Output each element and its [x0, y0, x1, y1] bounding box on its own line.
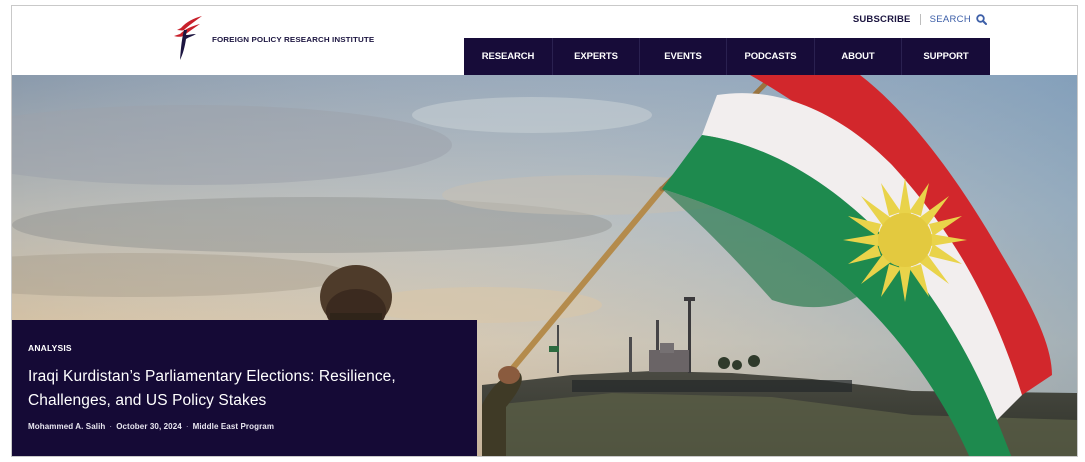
feature-caption[interactable]: ANALYSIS Iraqi Kurdistan’s Parliamentary…	[12, 320, 477, 456]
program-link[interactable]: Middle East Program	[193, 422, 274, 431]
author-link[interactable]: Mohammed A. Salih	[28, 422, 105, 431]
nav-item-experts[interactable]: EXPERTS	[553, 38, 640, 75]
nav-item-research[interactable]: RESEARCH	[464, 38, 553, 75]
search-icon	[976, 14, 987, 25]
logo-text: FOREIGN POLICY RESEARCH INSTITUTE	[212, 35, 375, 44]
nav-item-about[interactable]: ABOUT	[815, 38, 902, 75]
feature-byline: Mohammed A. Salih · October 30, 2024 · Middl…	[28, 422, 461, 431]
feature-kicker: ANALYSIS	[28, 343, 72, 353]
nav-item-podcasts[interactable]: PODCASTS	[727, 38, 815, 75]
page-frame: FOREIGN POLICY RESEARCH INSTITUTE SUBSCR…	[11, 5, 1078, 457]
byline-separator: ·	[109, 422, 113, 431]
publish-date: October 30, 2024	[116, 422, 182, 431]
main-nav: RESEARCH EXPERTS EVENTS PODCASTS ABOUT S…	[464, 38, 990, 75]
nav-item-support[interactable]: SUPPORT	[902, 38, 990, 75]
utility-nav: SUBSCRIBE SEARCH	[853, 14, 987, 25]
site-header: FOREIGN POLICY RESEARCH INSTITUTE SUBSCR…	[12, 6, 1077, 75]
subscribe-link[interactable]: SUBSCRIBE	[853, 14, 921, 25]
fpri-logo-icon	[174, 16, 202, 60]
feature-headline-link[interactable]: Iraqi Kurdistan’s Parliamentary Election…	[28, 368, 396, 409]
search-label: SEARCH	[929, 14, 971, 25]
search-button[interactable]: SEARCH	[921, 14, 987, 25]
byline-separator: ·	[185, 422, 189, 431]
nav-item-events[interactable]: EVENTS	[640, 38, 727, 75]
hero-feature[interactable]: ANALYSIS Iraqi Kurdistan’s Parliamentary…	[12, 75, 1077, 456]
site-logo-link[interactable]: FOREIGN POLICY RESEARCH INSTITUTE	[172, 14, 374, 62]
